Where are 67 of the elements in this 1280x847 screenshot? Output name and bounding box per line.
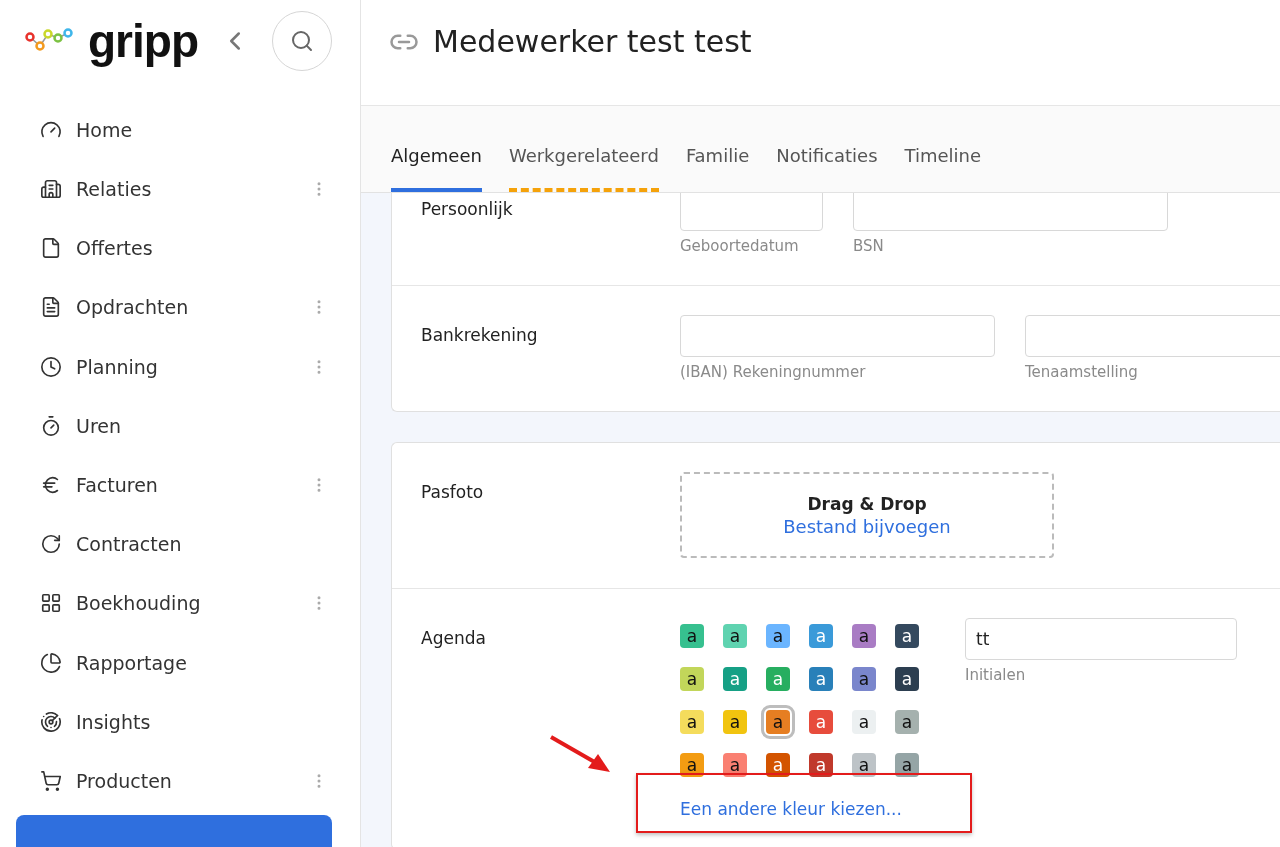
nav-item[interactable]: Uren [16, 396, 344, 456]
nav-item[interactable]: Relaties [16, 159, 344, 219]
nav-item[interactable]: Planning [16, 337, 344, 397]
stopwatch-icon [40, 414, 62, 437]
nav-item[interactable]: Opdrachten [16, 277, 344, 337]
color-swatch[interactable]: a [809, 667, 833, 691]
color-swatch[interactable]: a [852, 710, 876, 734]
field-hint: Initialen [965, 666, 1027, 684]
field-hint: Geboortedatum [680, 237, 800, 255]
color-swatch[interactable]: a [809, 753, 833, 777]
tab[interactable]: Timeline [904, 145, 982, 192]
color-swatch[interactable]: a [723, 753, 747, 777]
color-swatch[interactable]: a [680, 624, 704, 648]
section-label: Persoonlijk [421, 198, 513, 219]
nav-item[interactable]: Facturen [16, 455, 344, 515]
section-label: Agenda [421, 627, 486, 648]
nav-item[interactable]: Rapportage [16, 632, 344, 693]
nav-item[interactable]: Offertes [16, 218, 344, 278]
color-swatch[interactable]: a [895, 624, 919, 648]
color-swatch[interactable]: a [895, 753, 919, 777]
color-swatch[interactable]: a [852, 753, 876, 777]
field-hint: Tenaamstelling [1025, 363, 1139, 381]
nav-item[interactable]: Home [16, 100, 344, 160]
nav-item-highlight[interactable] [16, 814, 332, 847]
input-field[interactable] [1025, 315, 1280, 357]
search-icon [290, 28, 314, 53]
color-swatch[interactable]: a [895, 710, 919, 734]
field-hint: BSN [853, 237, 885, 255]
file-icon [40, 237, 62, 260]
tab[interactable]: Familie [685, 145, 750, 192]
refresh-icon [40, 533, 62, 556]
color-swatch[interactable]: a [852, 624, 876, 648]
color-swatch[interactable]: a [680, 667, 704, 691]
color-swatch[interactable]: a [766, 753, 790, 777]
clock-icon [40, 355, 62, 378]
input-field[interactable] [680, 315, 995, 357]
nav-item[interactable]: Insights [16, 692, 344, 752]
color-swatch[interactable]: a [723, 710, 747, 734]
grid-icon [40, 592, 62, 615]
color-swatch[interactable]: a [723, 624, 747, 648]
section-label: Bankrekening [421, 324, 538, 345]
attach-file-link[interactable]: Bestand bijvoegen [783, 515, 951, 537]
color-swatch[interactable]: a [680, 753, 704, 777]
nav-item[interactable]: Producten [16, 751, 344, 811]
building-icon [40, 178, 62, 201]
annotation-arrow [550, 735, 610, 772]
document-icon [40, 296, 62, 319]
page-title: Medewerker test test [433, 24, 752, 59]
section-label: Pasfoto [421, 481, 484, 502]
initials-field[interactable]: tt [965, 618, 1237, 660]
drop-title: Drag & Drop [807, 493, 927, 514]
target-icon [40, 710, 62, 733]
cart-icon [40, 769, 62, 792]
drop-zone[interactable]: Drag & Drop Bestand bijvoegen [680, 472, 1054, 558]
nav-item[interactable]: Contracten [16, 514, 344, 574]
input-field[interactable] [680, 193, 823, 231]
color-swatch[interactable]: a [852, 667, 876, 691]
pie-chart-icon [40, 651, 62, 674]
color-swatch[interactable]: a [895, 667, 919, 691]
input-field[interactable] [853, 193, 1168, 231]
color-swatch[interactable]: a [809, 710, 833, 734]
color-swatch[interactable]: a [766, 624, 790, 648]
nav-item[interactable]: Boekhouding [16, 573, 344, 633]
other-color-link[interactable]: Een andere kleur kiezen... [680, 799, 925, 819]
field-hint: (IBAN) Rekeningnummer [680, 363, 867, 381]
color-swatch[interactable]: a [680, 710, 704, 734]
tab[interactable]: Notificaties [776, 145, 878, 192]
